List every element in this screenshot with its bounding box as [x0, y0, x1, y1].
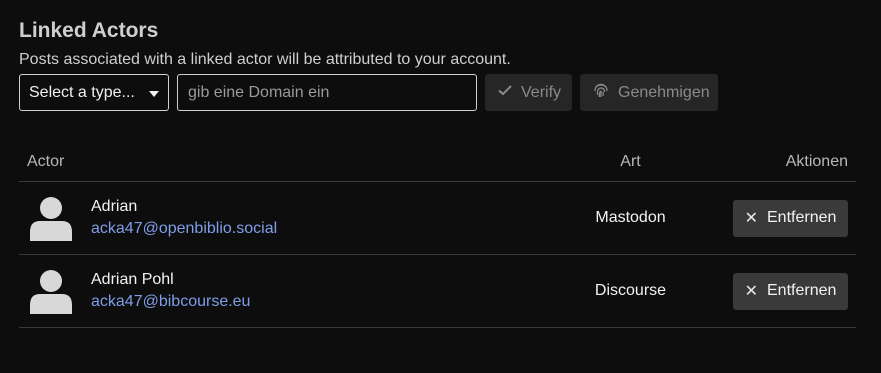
- actions-cell: ✕ Entfernen: [712, 272, 856, 310]
- linked-actors-table: Actor Art Aktionen Adrian acka47@openbib…: [19, 143, 856, 328]
- checkmark-icon: [497, 82, 513, 103]
- remove-button[interactable]: ✕ Entfernen: [733, 199, 848, 237]
- page-title: Linked Actors: [19, 19, 159, 42]
- fingerprint-icon: [592, 81, 610, 104]
- actor-name: Adrian Pohl: [91, 271, 174, 288]
- actor-handle-link[interactable]: acka47@bibcourse.eu: [91, 291, 250, 313]
- page-subtitle: Posts associated with a linked actor wil…: [19, 51, 511, 68]
- table-row: Adrian Pohl acka47@bibcourse.eu Discours…: [19, 255, 856, 328]
- domain-input[interactable]: [177, 74, 477, 111]
- actor-type: Discourse: [594, 282, 667, 299]
- type-select[interactable]: Select a type...: [19, 74, 169, 111]
- close-icon: ✕: [744, 210, 758, 227]
- approve-button[interactable]: Genehmigen: [580, 74, 718, 111]
- actor-cell: Adrian Pohl acka47@bibcourse.eu: [19, 268, 549, 314]
- remove-label: Entfernen: [767, 282, 837, 299]
- avatar-icon: [30, 197, 72, 241]
- avatar-icon: [30, 270, 72, 314]
- actor-cell: Adrian acka47@openbiblio.social: [19, 195, 549, 241]
- actor-name: Adrian: [91, 198, 138, 215]
- close-icon: ✕: [744, 283, 758, 300]
- table-row: Adrian acka47@openbiblio.social Mastodon…: [19, 182, 856, 255]
- approve-label: Genehmigen: [618, 83, 710, 101]
- link-actor-form: Select a type... Verify Genehmigen: [19, 74, 718, 111]
- column-header-actions: Aktionen: [785, 153, 848, 170]
- actions-cell: ✕ Entfernen: [712, 199, 856, 237]
- column-header-type: Art: [620, 153, 641, 170]
- remove-button[interactable]: ✕ Entfernen: [733, 272, 848, 310]
- type-select-value: Select a type...: [29, 83, 135, 101]
- linked-actors-panel: Linked Actors Posts associated with a li…: [0, 0, 881, 373]
- actor-type: Mastodon: [595, 209, 666, 226]
- verify-label: Verify: [521, 83, 562, 101]
- table-header: Actor Art Aktionen: [19, 143, 856, 182]
- actor-handle-link[interactable]: acka47@openbiblio.social: [91, 218, 277, 240]
- remove-label: Entfernen: [767, 209, 837, 226]
- chevron-down-icon: [149, 90, 159, 97]
- verify-button[interactable]: Verify: [485, 74, 572, 111]
- column-header-actor: Actor: [27, 153, 65, 170]
